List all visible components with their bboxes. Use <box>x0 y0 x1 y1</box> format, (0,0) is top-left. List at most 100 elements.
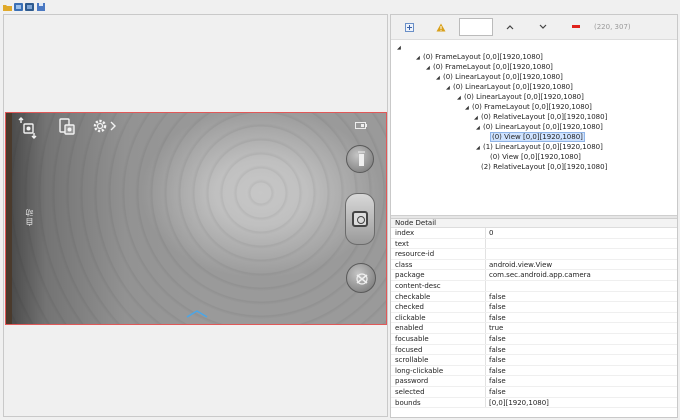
detail-key: selected <box>391 386 486 397</box>
expanded-triangle-icon[interactable]: ◢ <box>465 103 472 113</box>
detail-row[interactable]: package com.sec.android.app.camera <box>391 270 677 281</box>
tree-node[interactable]: ◢ (1) LinearLayout [0,0][1920,1080] <box>476 142 603 152</box>
minus-icon[interactable] <box>570 21 582 33</box>
detail-value: android.view.View <box>489 260 553 269</box>
detail-value: 0 <box>489 229 494 237</box>
detail-value: false <box>489 377 506 386</box>
battery-icon <box>355 122 367 129</box>
detail-key: clickable <box>391 312 486 323</box>
tree-toolbar: (220, 307) <box>391 15 677 39</box>
camera-mode-icon[interactable] <box>59 118 75 136</box>
tree-node[interactable]: ◢ (0) LinearLayout [0,0][1920,1080] <box>446 82 573 92</box>
expanded-triangle-icon[interactable]: ◢ <box>426 63 433 73</box>
detail-row[interactable]: text <box>391 238 677 250</box>
detail-key: index <box>391 228 486 238</box>
expanded-triangle-icon[interactable]: ◢ <box>457 93 464 103</box>
warning-icon[interactable] <box>435 21 447 33</box>
detail-row[interactable]: clickable false <box>391 312 677 324</box>
expanded-triangle-icon[interactable]: ◢ <box>397 43 404 53</box>
expanded-triangle-icon[interactable]: ◢ <box>476 123 483 133</box>
tree-node[interactable]: ◢ <box>397 42 404 52</box>
detail-value: [0,0][1920,1080] <box>489 398 549 407</box>
detail-key: checkable <box>391 291 486 302</box>
detail-row[interactable]: index 0 <box>391 228 677 239</box>
chevron-up-icon[interactable] <box>504 21 516 33</box>
detail-key: password <box>391 376 486 386</box>
settings-gear-icon[interactable] <box>92 118 118 134</box>
detail-value: false <box>489 292 506 301</box>
device-screen[interactable]: 自动 <box>5 112 387 325</box>
chevron-down-icon[interactable] <box>537 21 549 33</box>
save-icon[interactable] <box>37 3 45 11</box>
expanded-triangle-icon[interactable]: ◢ <box>436 73 443 83</box>
video-record-button[interactable] <box>346 145 374 173</box>
expanded-triangle-icon[interactable]: ◢ <box>446 83 453 93</box>
detail-row[interactable]: checked false <box>391 302 677 313</box>
detail-key: checked <box>391 302 486 312</box>
hierarchy-pane: (220, 307) ◢ ◢ (0) FrameLayout [0,0][1920… <box>390 14 678 418</box>
uiautomator-viewer-window: 自动 (220, 307) ◢ ◢ (0) FrameLayout [0,0][… <box>0 0 680 420</box>
detail-key: focused <box>391 344 486 355</box>
tree-node[interactable]: ◢ (0) FrameLayout [0,0][1920,1080] <box>426 62 553 72</box>
tree-node[interactable]: ◢ (0) LinearLayout [0,0][1920,1080] <box>457 92 584 102</box>
detail-row[interactable]: checkable false <box>391 291 677 303</box>
detail-value: false <box>489 356 506 365</box>
tree-node[interactable]: ◢ (0) LinearLayout [0,0][1920,1080] <box>476 122 603 132</box>
shutter-button[interactable] <box>345 193 375 245</box>
node-tree[interactable]: ◢ ◢ (0) FrameLayout [0,0][1920,1080] ◢ (0)… <box>391 39 677 215</box>
expand-all-icon[interactable] <box>403 21 415 33</box>
tree-node[interactable]: (0) View [0,0][1920,1080] <box>490 152 581 162</box>
detail-row[interactable]: content-desc <box>391 280 677 292</box>
detail-key: focusable <box>391 333 486 344</box>
detail-value <box>486 239 489 249</box>
detail-row[interactable]: enabled true <box>391 323 677 334</box>
detail-value: false <box>489 303 506 312</box>
detail-value: true <box>489 324 504 333</box>
detail-row[interactable]: long-clickable false <box>391 365 677 377</box>
detail-value: false <box>489 345 506 354</box>
tree-node[interactable]: ◢ (0) RelativeLayout [0,0][1920,1080] <box>474 112 607 122</box>
detail-row[interactable]: selected false <box>391 386 677 398</box>
node-detail-header: Node Detail <box>391 219 677 228</box>
node-detail-table: Node Detail index 0 text resource-id class an… <box>391 219 677 417</box>
detail-key: package <box>391 270 486 280</box>
detail-value: false <box>489 313 506 322</box>
device-screenshot-pane: 自动 <box>3 14 388 417</box>
gallery-button[interactable] <box>346 263 376 293</box>
detail-value <box>486 281 489 291</box>
open-folder-icon[interactable] <box>3 3 12 11</box>
detail-row[interactable]: focused false <box>391 344 677 356</box>
tree-node[interactable]: ◢ (0) FrameLayout [0,0][1920,1080] <box>416 52 543 62</box>
detail-row[interactable]: password false <box>391 376 677 387</box>
auto-mode-label[interactable]: 自动 <box>24 208 35 226</box>
detail-value <box>486 249 489 259</box>
expanded-triangle-icon[interactable]: ◢ <box>476 143 483 153</box>
tree-node[interactable]: ◢ (0) FrameLayout [0,0][1920,1080] <box>465 102 592 112</box>
tree-node[interactable]: (2) RelativeLayout [0,0][1920,1080] <box>481 162 607 172</box>
detail-row[interactable]: bounds [0,0][1920,1080] <box>391 397 677 409</box>
switch-camera-icon[interactable] <box>18 117 38 139</box>
search-input[interactable] <box>459 18 493 36</box>
tree-node[interactable]: ◢ (0) LinearLayout [0,0][1920,1080] <box>436 72 563 82</box>
detail-key: resource-id <box>391 249 486 259</box>
screenshot-icon[interactable] <box>14 3 23 11</box>
detail-key: long-clickable <box>391 365 486 376</box>
expanded-triangle-icon[interactable]: ◢ <box>416 53 423 63</box>
detail-key: class <box>391 259 486 270</box>
detail-key: bounds <box>391 397 486 408</box>
detail-row[interactable]: scrollable false <box>391 355 677 366</box>
detail-value: com.sec.android.app.camera <box>489 271 591 280</box>
detail-value: false <box>489 366 506 375</box>
camera-shutter-icon <box>352 211 368 227</box>
compressed-screenshot-icon[interactable] <box>25 3 34 11</box>
detail-value: false <box>489 387 506 396</box>
detail-row[interactable]: resource-id <box>391 249 677 260</box>
detail-row[interactable]: class android.view.View <box>391 259 677 271</box>
detail-key: enabled <box>391 323 486 333</box>
main-toolbar <box>0 0 680 14</box>
tree-node-selected[interactable]: (0) View [0,0][1920,1080] <box>490 132 585 142</box>
detail-key: scrollable <box>391 355 486 365</box>
detail-row[interactable]: focusable false <box>391 333 677 345</box>
detail-value: false <box>489 334 506 343</box>
chevron-up-icon[interactable] <box>186 309 208 318</box>
